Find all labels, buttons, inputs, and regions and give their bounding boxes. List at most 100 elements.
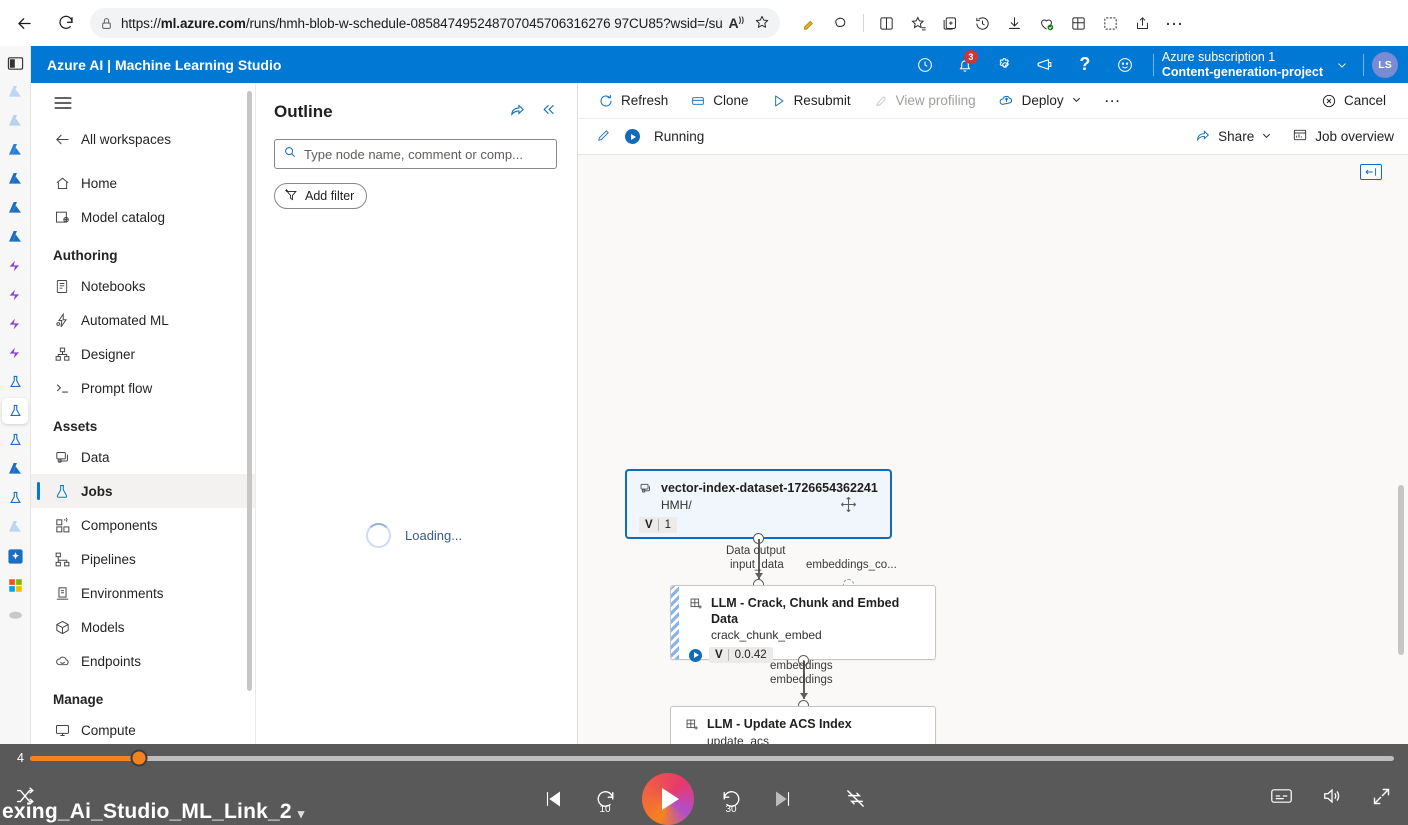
tab-jobs-3[interactable] [2,485,28,511]
hamburger-menu-icon[interactable] [31,83,255,122]
sidebar-item-model-catalog[interactable]: Model catalog [31,200,255,234]
sidebar-item-models[interactable]: Models [31,610,255,644]
split-screen-icon[interactable] [871,8,901,38]
sidebar-item-components[interactable]: Components [31,508,255,542]
highlighter-icon[interactable] [794,8,824,38]
tab-jobs-1[interactable] [2,369,28,395]
sidebar-item-pipelines[interactable]: Pipelines [31,542,255,576]
cancel-button[interactable]: Cancel [1311,86,1396,116]
tab-azure-1[interactable] [2,79,28,105]
read-aloud-icon[interactable]: A)) [729,15,744,31]
smiley-feedback-icon[interactable] [1105,46,1145,83]
sidebar-item-data[interactable]: Data [31,440,255,474]
more-options-icon[interactable]: … [1159,8,1189,38]
browser-refresh-button[interactable] [50,7,82,39]
sidebar-item-notebooks[interactable]: Notebooks [31,269,255,303]
previous-track-icon[interactable] [538,784,568,814]
sidebar-item-jobs[interactable]: Jobs [31,474,255,508]
tab-azure-5[interactable] [2,195,28,221]
sidebar-item-home[interactable]: Home [31,166,255,200]
pencil-edit-icon[interactable] [596,128,611,146]
star-icon[interactable] [754,14,770,33]
tab-azure-6[interactable] [2,224,28,250]
next-track-icon[interactable] [768,784,798,814]
tab-generic-cloud[interactable] [2,601,28,627]
subscription-info[interactable]: Azure subscription 1 Content-generation-… [1162,50,1329,79]
browser-back-button[interactable] [8,7,40,39]
outline-search[interactable] [274,139,557,169]
volume-icon[interactable] [1321,786,1343,811]
tab-azure-8[interactable] [2,514,28,540]
rewind-10-icon[interactable]: 10 [590,784,620,815]
address-bar[interactable]: https://ml.azure.com/runs/hmh-blob-w-sch… [90,8,780,38]
tab-jobs-2[interactable] [2,427,28,453]
sidebar-scrollbar[interactable] [247,91,252,691]
tab-promptflow-3[interactable] [2,311,28,337]
collapse-panel-icon[interactable] [1360,164,1382,180]
add-filter-button[interactable]: Add filter [274,183,368,209]
video-progress-knob[interactable] [130,749,148,767]
chevron-down-icon[interactable] [1261,129,1272,144]
tab-promptflow-1[interactable] [2,253,28,279]
feedback-megaphone-icon[interactable] [1025,46,1065,83]
captions-icon[interactable] [1270,787,1293,810]
chevron-down-icon[interactable] [1329,46,1355,83]
graph-node-crack-chunk-embed[interactable]: LLM - Crack, Chunk and Embed Data crack_… [670,585,936,664]
move-cursor-icon[interactable] [839,495,858,519]
search-input[interactable] [304,146,548,162]
tab-promptflow-2[interactable] [2,282,28,308]
canvas-scrollbar[interactable] [1398,485,1404,655]
apps-icon[interactable] [1063,8,1093,38]
notifications-icon[interactable]: 3 [945,46,985,83]
favorites-icon[interactable] [903,8,933,38]
video-progress-track[interactable] [30,749,1394,767]
share-button[interactable]: Share [1195,127,1272,146]
share-icon[interactable] [509,101,526,123]
copilot-icon[interactable] [826,8,856,38]
sidebar-item-compute[interactable]: Compute [31,713,255,747]
sidebar-item-prompt-flow[interactable]: Prompt flow [31,371,255,405]
settings-gear-icon[interactable] [985,46,1025,83]
sidebar-item-designer[interactable]: Designer [31,337,255,371]
double-chevron-left-icon[interactable] [540,101,557,123]
tab-azure-3[interactable] [2,137,28,163]
sidebar-item-environments[interactable]: Environments [31,576,255,610]
avatar[interactable]: LS [1372,51,1398,78]
clone-icon [690,93,706,109]
video-progress-bar[interactable]: 4 [0,744,1408,772]
chevron-down-icon[interactable]: ▾ [298,806,305,821]
tab-jobs-active[interactable] [2,398,28,424]
downloads-icon[interactable] [999,8,1029,38]
tab-copilot-studio[interactable] [2,543,28,569]
pipeline-canvas[interactable]: vector-index-dataset-1726654362241 HMH/ … [578,155,1408,825]
clone-button[interactable]: Clone [680,86,758,116]
refresh-button[interactable]: Refresh [588,86,678,116]
browser-essentials-icon[interactable] [1031,8,1061,38]
vertical-tab-strip[interactable] [0,46,31,746]
tab-list-toggle-icon[interactable] [2,50,28,76]
deploy-button[interactable]: Deploy [988,86,1092,116]
fullscreen-icon[interactable] [1371,786,1392,812]
collections-icon[interactable] [935,8,965,38]
sidebar-item-endpoints[interactable]: Endpoints [31,644,255,678]
chevron-down-icon[interactable] [1071,93,1082,108]
repeat-off-icon[interactable] [840,784,870,814]
resubmit-button[interactable]: Resubmit [761,86,861,116]
sidebar-item-all-workspaces[interactable]: All workspaces [31,122,255,156]
tab-promptflow-4[interactable] [2,340,28,366]
sidebar-item-automated-ml[interactable]: Automated ML [31,303,255,337]
tab-azure-7[interactable] [2,456,28,482]
forward-30-icon[interactable]: 30 [716,784,746,815]
tab-azure-4[interactable] [2,166,28,192]
more-options-button[interactable]: … [1094,86,1131,116]
history-icon[interactable] [967,8,997,38]
share-icon[interactable] [1127,8,1157,38]
play-button[interactable] [642,772,694,825]
clock-icon[interactable] [905,46,945,83]
help-question-icon[interactable]: ? [1065,46,1105,83]
tab-azure-2[interactable] [2,108,28,134]
job-overview-button[interactable]: Job overview [1292,127,1394,146]
tab-microsoft[interactable] [2,572,28,598]
screenshot-icon[interactable] [1095,8,1125,38]
graph-node-vector-index-dataset[interactable]: vector-index-dataset-1726654362241 HMH/ … [626,470,891,538]
